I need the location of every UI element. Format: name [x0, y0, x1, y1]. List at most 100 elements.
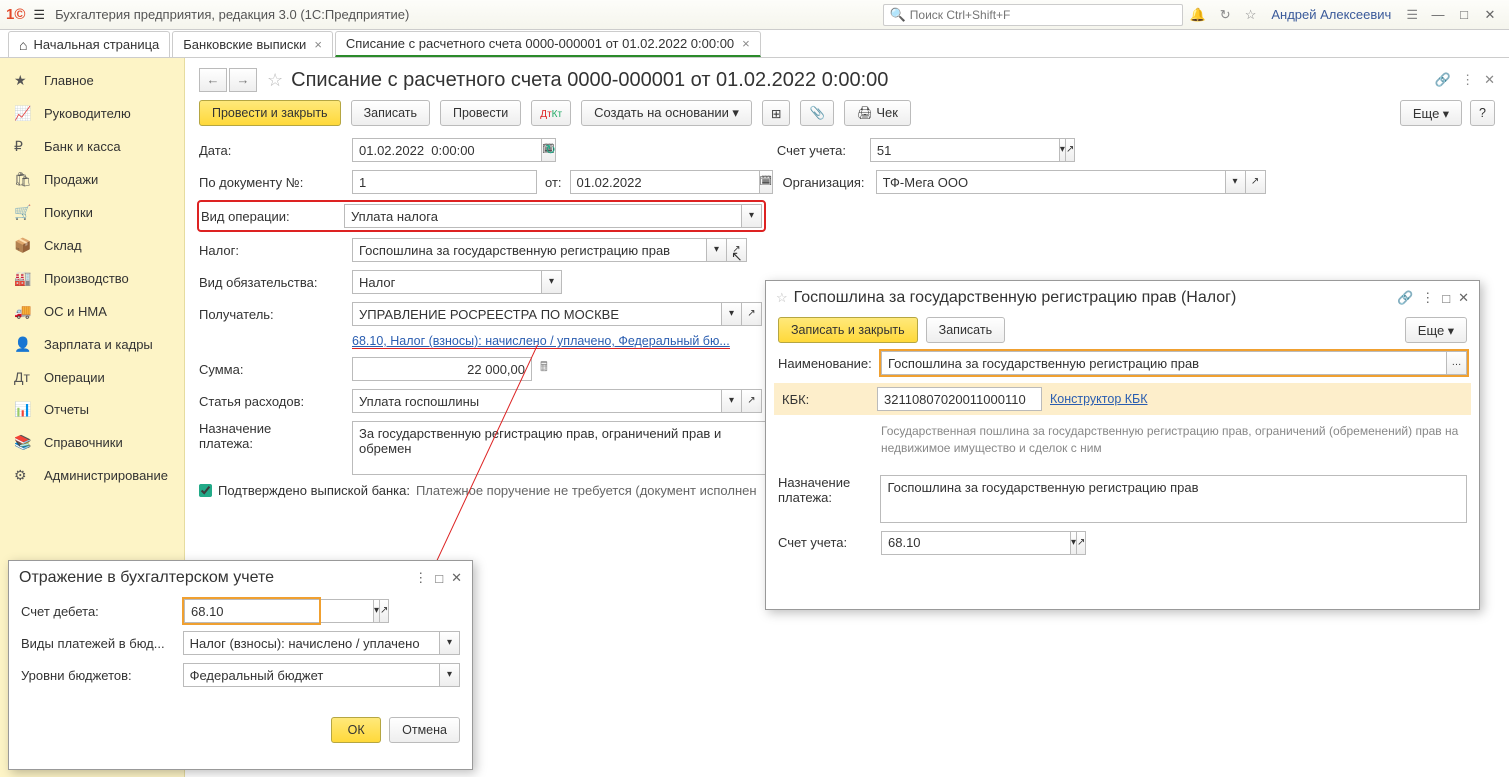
maximize-icon[interactable]: □ — [435, 571, 443, 586]
org-input[interactable] — [876, 170, 1226, 194]
sidebar-item-2[interactable]: ₽Банк и касса — [0, 130, 184, 163]
kebab-icon[interactable]: ⋮ — [1421, 290, 1434, 306]
post-close-button[interactable]: Провести и закрыть — [199, 100, 341, 126]
sidebar-item-4[interactable]: 🛒Покупки — [0, 196, 184, 229]
chevron-down-icon[interactable]: ▾ — [707, 238, 727, 262]
open-icon[interactable]: ↗↖ — [727, 238, 747, 262]
payment-kind-input[interactable] — [183, 631, 440, 655]
minimize-icon[interactable]: — — [1425, 7, 1451, 22]
chevron-down-icon[interactable]: ▾ — [722, 302, 742, 326]
close-icon[interactable]: ✕ — [451, 570, 462, 586]
operation-input[interactable] — [344, 204, 742, 228]
menu-icon[interactable]: ☰ — [33, 7, 45, 23]
sidebar-item-12[interactable]: ⚙Администрирование — [0, 459, 184, 492]
sum-input[interactable] — [352, 357, 532, 381]
more-button[interactable]: Еще ▾ — [1405, 317, 1467, 343]
name-input[interactable] — [881, 351, 1447, 375]
ok-button[interactable]: ОК — [331, 717, 381, 743]
tab-close-icon[interactable]: × — [314, 37, 322, 52]
tab-writeoff[interactable]: Списание с расчетного счета 0000-000001 … — [335, 31, 761, 57]
tab-bank-statements[interactable]: Банковские выписки× — [172, 31, 333, 57]
bell-icon[interactable]: 🔔 — [1190, 7, 1206, 23]
panel-close-icon[interactable]: ✕ — [1484, 72, 1495, 88]
user-name[interactable]: Андрей Алексеевич — [1271, 7, 1391, 22]
history-icon[interactable]: ↻ — [1220, 7, 1231, 23]
more-button[interactable]: Еще ▾ — [1400, 100, 1462, 126]
debit-input[interactable] — [184, 599, 374, 623]
nav-back-button[interactable]: ← — [199, 68, 227, 92]
open-icon[interactable]: ↗ — [742, 389, 762, 413]
favorite-icon[interactable]: ☆ — [267, 70, 283, 91]
date-input[interactable] — [352, 138, 542, 162]
purpose-input[interactable] — [352, 421, 772, 475]
refresh-icon[interactable]: ↻ — [545, 142, 556, 158]
kbk-constructor-link[interactable]: Конструктор КБК — [1050, 392, 1148, 406]
sidebar-item-5[interactable]: 📦Склад — [0, 229, 184, 262]
open-icon[interactable]: ↗ — [380, 599, 389, 623]
maximize-icon[interactable]: □ — [1442, 291, 1450, 306]
sidebar-item-9[interactable]: ДтОперации — [0, 361, 184, 393]
chevron-down-icon[interactable]: ▾ — [440, 663, 460, 687]
budget-level-input[interactable] — [183, 663, 440, 687]
search-box[interactable]: 🔍 — [883, 4, 1183, 26]
filter-icon[interactable]: ☰ — [1406, 7, 1418, 23]
write-button[interactable]: Записать — [926, 317, 1005, 343]
sidebar-item-8[interactable]: 👤Зарплата и кадры — [0, 328, 184, 361]
more-label: Еще — [1413, 106, 1439, 121]
chevron-down-icon[interactable]: ▾ — [742, 204, 762, 228]
search-input[interactable] — [910, 8, 1176, 22]
close-icon[interactable]: ✕ — [1458, 290, 1469, 306]
accounting-link[interactable]: 68.10, Налог (взносы): начислено / уплач… — [352, 334, 730, 349]
sidebar-item-6[interactable]: 🏭Производство — [0, 262, 184, 295]
sidebar-item-7[interactable]: 🚚ОС и НМА — [0, 295, 184, 328]
cancel-button[interactable]: Отмена — [389, 717, 460, 743]
dtkt-button[interactable]: ДтКт — [531, 100, 571, 126]
check-button[interactable]: 🖨 Чек — [844, 100, 911, 126]
open-icon[interactable]: ↗ — [1066, 138, 1075, 162]
sidebar-item-10[interactable]: 📊Отчеты — [0, 393, 184, 426]
sidebar-item-11[interactable]: 📚Справочники — [0, 426, 184, 459]
kebab-icon[interactable]: ⋮ — [414, 570, 427, 586]
link-icon[interactable]: 🔗 — [1397, 290, 1413, 306]
confirmed-checkbox[interactable] — [199, 484, 212, 497]
write-close-button[interactable]: Записать и закрыть — [778, 317, 918, 343]
kebab-icon[interactable]: ⋮ — [1461, 72, 1474, 88]
chevron-down-icon[interactable]: ▾ — [440, 631, 460, 655]
expense-input[interactable] — [352, 389, 722, 413]
account2-input[interactable] — [881, 531, 1071, 555]
open-icon[interactable]: ↗ — [1077, 531, 1086, 555]
docnum-input[interactable] — [352, 170, 537, 194]
write-button[interactable]: Записать — [351, 100, 430, 126]
close-icon[interactable]: ✕ — [1477, 7, 1503, 23]
tab-close-icon[interactable]: × — [742, 36, 750, 51]
obligation-input[interactable] — [352, 270, 542, 294]
purpose2-input[interactable] — [880, 475, 1467, 523]
calendar-icon[interactable]: 🗓 — [760, 170, 774, 194]
chevron-down-icon[interactable]: ▾ — [542, 270, 562, 294]
ellipsis-icon[interactable]: … — [1447, 351, 1467, 375]
maximize-icon[interactable]: □ — [1451, 7, 1477, 22]
sidebar-item-3[interactable]: 🛍Продажи — [0, 163, 184, 196]
receiver-input[interactable] — [352, 302, 722, 326]
calculator-icon[interactable]: 🖩 — [540, 358, 548, 380]
star-icon[interactable]: ☆ — [1245, 7, 1257, 23]
chevron-down-icon[interactable]: ▾ — [722, 389, 742, 413]
open-icon[interactable]: ↗ — [742, 302, 762, 326]
help-button[interactable]: ? — [1470, 100, 1495, 126]
from-date-input[interactable] — [570, 170, 760, 194]
kbk-input[interactable] — [877, 387, 1042, 411]
post-button[interactable]: Провести — [440, 100, 521, 126]
account-input[interactable] — [870, 138, 1060, 162]
link-icon[interactable]: 🔗 — [1435, 72, 1451, 88]
tax-input[interactable] — [352, 238, 707, 262]
chevron-down-icon[interactable]: ▾ — [1226, 170, 1246, 194]
tab-home[interactable]: Начальная страница — [8, 31, 170, 57]
sidebar-item-1[interactable]: 📈Руководителю — [0, 97, 184, 130]
sidebar-item-0[interactable]: ★Главное — [0, 64, 184, 97]
open-icon[interactable]: ↗ — [1246, 170, 1266, 194]
structure-button[interactable]: ⊞ — [762, 100, 790, 126]
star-icon[interactable]: ☆ — [776, 290, 788, 306]
nav-fwd-button[interactable]: → — [229, 68, 257, 92]
attach-button[interactable]: 📎 — [800, 100, 834, 126]
create-based-button[interactable]: Создать на основании ▾ — [581, 100, 752, 126]
